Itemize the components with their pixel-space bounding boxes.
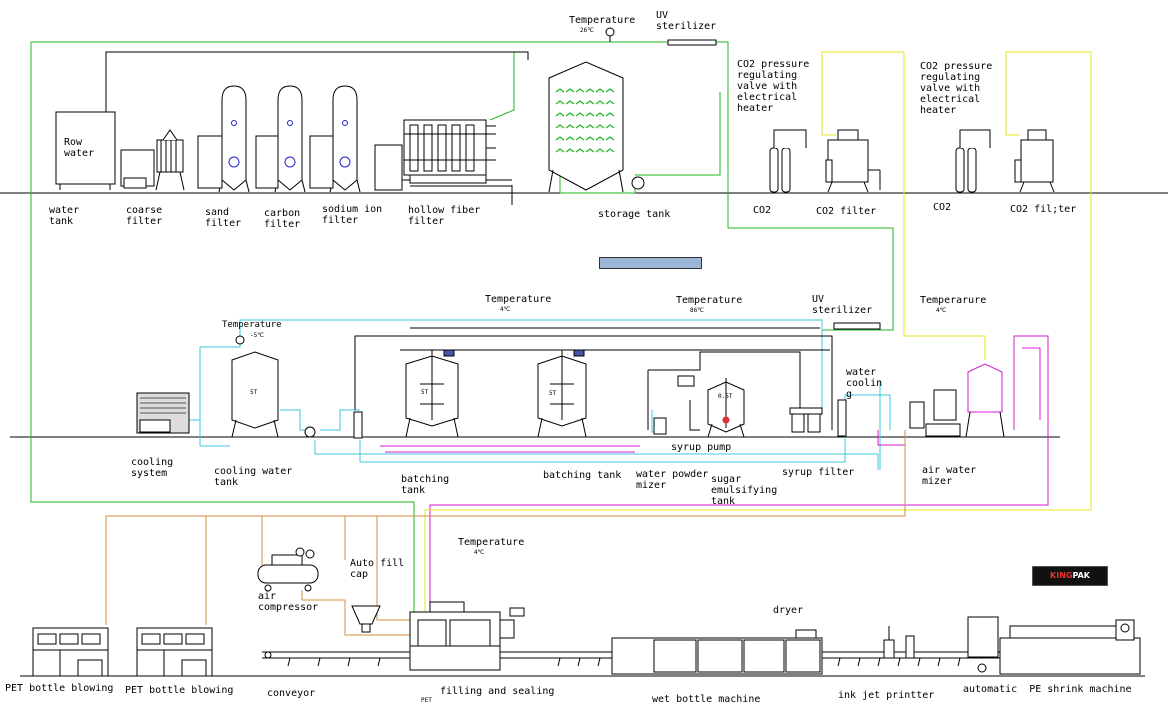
label-carbon-filter: carbon filter: [264, 208, 301, 230]
label-filling-and-sealing: filling and sealing: [440, 686, 555, 697]
label-ink-jet-printter: ink jet printter: [838, 690, 935, 701]
coarse-filter: [120, 129, 185, 191]
label-pet-bottle-blowing-2: PET bottle blowing: [125, 685, 234, 696]
label-tank-5t-3: 5T: [549, 390, 557, 397]
label-batching-tank-2: batching tank: [543, 470, 622, 481]
label-cooling-water-tank: cooling water tank: [214, 466, 293, 488]
co2-station-1: [769, 129, 881, 193]
label-temperature-mid1: Temperature: [485, 294, 552, 305]
uv-sterilizer-top: [667, 39, 717, 46]
ground-lines: [0, 192, 1168, 677]
sand-filter: [197, 85, 250, 193]
label-temperature-mid3: Temperarure: [920, 295, 987, 306]
label-conveyor: conveyor: [267, 688, 316, 699]
label-sodium-ion-filter: sodium ion filter: [322, 204, 383, 226]
label-syrup-pump: syrup pump: [671, 442, 732, 453]
label-temperature-bottom-value: 4℃: [474, 549, 485, 556]
label-air-water-mixer: air water mizer: [922, 465, 977, 487]
label-temperature-top: Temperature: [569, 15, 636, 26]
label-temperature-left-value: -5℃: [250, 332, 264, 339]
label-uv-sterilizer-top: UV sterilizer: [656, 10, 717, 32]
label-co2-filter-1: CO2 filter: [816, 206, 877, 217]
label-water-coolin: water coolin g: [846, 367, 883, 400]
pe-shrink-machine: [967, 616, 1141, 675]
label-storage-tank: storage tank: [598, 209, 671, 220]
label-water-tank: water tank: [49, 205, 80, 227]
batching-tank-1: [405, 349, 459, 438]
label-pet-bottle-blowing-1: PET bottle blowing: [5, 683, 114, 694]
ink-jet-printer: [883, 626, 915, 659]
label-pet-small: PET: [421, 697, 432, 704]
label-temperature-left: Temperature: [222, 320, 282, 330]
hollow-fiber-filter: [403, 119, 496, 184]
thermometer-icon: [605, 27, 615, 42]
label-cooling-system: cooling system: [131, 457, 174, 479]
sodium-ion-filter: [309, 85, 403, 193]
label-temperature-mid2-value: 86℃: [690, 307, 704, 314]
uv-sterilizer-mid: [833, 322, 881, 330]
label-syrup-filter: syrup filter: [782, 467, 855, 478]
label-co2-filter-2: CO2 fil;ter: [1010, 204, 1077, 215]
label-coarse-filter: coarse filter: [126, 205, 163, 227]
kingpak-logo: KINGPAK: [1032, 566, 1108, 586]
storage-tank: [548, 61, 645, 193]
label-co2-2: CO2: [933, 202, 952, 213]
carbon-filter: [255, 85, 306, 193]
cooling-water-tank: [231, 335, 363, 439]
air-compressor: [257, 547, 319, 592]
sugar-emulsifying-tank: [653, 375, 745, 438]
label-uv-sterilizer-mid: UV sterilizer: [812, 294, 873, 316]
blue-panel: [599, 257, 702, 269]
label-sand-filter: sand filter: [205, 207, 242, 229]
filling-and-sealing-machine: [409, 601, 525, 671]
label-temperature-top-value: 26℃: [580, 27, 594, 34]
syrup-filter: [789, 399, 847, 437]
label-water-powder-mizer: water powder mizer: [636, 469, 709, 491]
label-row-water: Row water: [64, 137, 95, 159]
label-auto-fill-cap: Auto fill cap: [350, 558, 405, 580]
label-hollow-fiber-filter: hollow fiber filter: [408, 205, 481, 227]
wet-bottle-machine: [611, 629, 823, 675]
pet-bottle-blowing-2: [136, 627, 213, 677]
co2-station-2: [955, 129, 1055, 193]
label-tank-5t-1: 5T: [250, 389, 258, 396]
cooling-system: [136, 392, 190, 434]
label-tank-5t-2: 5T: [421, 389, 429, 396]
label-co2-valve-1: CO2 pressure regulating valve with elect…: [737, 59, 810, 114]
label-temperature-bottom: Temperature: [458, 537, 525, 548]
pet-bottle-blowing-1: [32, 627, 109, 677]
process-diagram: [0, 27, 1168, 677]
label-air-compressor: air compressor: [258, 591, 319, 613]
label-temperature-mid3-value: 4℃: [936, 307, 947, 314]
label-co2-1: CO2: [753, 205, 772, 216]
label-temperature-mid1-value: 4℃: [500, 306, 511, 313]
label-co2-valve-2: CO2 pressure regulating valve with elect…: [920, 61, 993, 116]
label-sugar-emulsifying-tank: sugar emulsifying tank: [711, 474, 778, 507]
label-tank-0-5t: 0.5T: [718, 393, 733, 400]
auto-fill-cap: [351, 605, 381, 633]
batching-tank-2: [537, 349, 587, 438]
label-temperature-mid2: Temperature: [676, 295, 743, 306]
air-water-mixer: [909, 363, 1005, 438]
label-wet-bottle-machine: wet bottle machine: [652, 694, 761, 705]
label-batching-tank-1: batching tank: [401, 474, 450, 496]
label-automatic-pe-shrink-machine: automatic PE shrink machine: [963, 684, 1132, 695]
label-dryer: dryer: [773, 605, 804, 616]
